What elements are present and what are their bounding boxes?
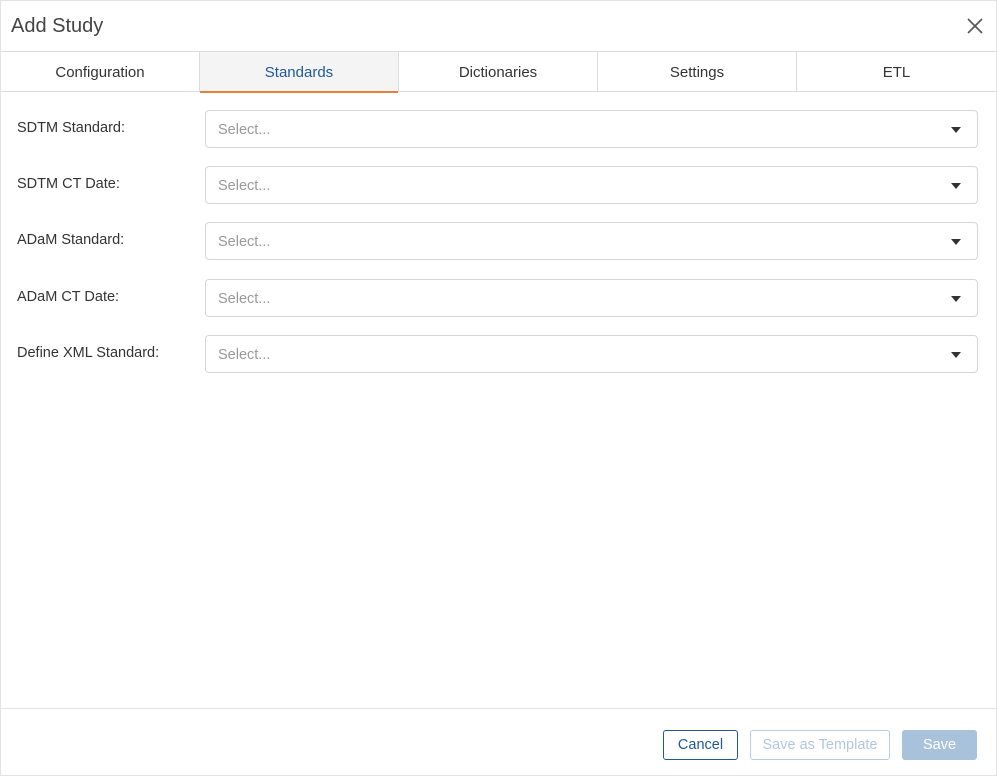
adam-ct-date-label: ADaM CT Date:	[17, 289, 120, 305]
form-row-define-xml-standard: Define XML Standard: Select...	[1, 335, 996, 373]
sdtm-standard-select[interactable]: Select...	[205, 110, 978, 148]
adam-standard-label: ADaM Standard:	[17, 232, 125, 248]
select-placeholder: Select...	[218, 122, 271, 138]
save-as-template-button[interactable]: Save as Template	[750, 730, 890, 760]
chevron-down-icon	[951, 296, 961, 302]
select-placeholder: Select...	[218, 291, 271, 307]
chevron-down-icon	[951, 352, 961, 358]
tab-standards[interactable]: Standards	[200, 52, 399, 93]
close-icon[interactable]	[964, 15, 986, 37]
tab-configuration[interactable]: Configuration	[1, 52, 200, 92]
cancel-button[interactable]: Cancel	[663, 730, 738, 760]
dialog-title: Add Study	[11, 15, 104, 37]
sdtm-standard-label: SDTM Standard:	[17, 120, 125, 136]
dialog-header: Add Study	[1, 1, 996, 52]
save-button[interactable]: Save	[902, 730, 977, 760]
chevron-down-icon	[951, 183, 961, 189]
chevron-down-icon	[951, 127, 961, 133]
select-placeholder: Select...	[218, 347, 271, 363]
tab-bar: Configuration Standards Dictionaries Set…	[1, 51, 996, 93]
dialog-footer: Cancel Save as Template Save	[1, 708, 996, 776]
define-xml-standard-label: Define XML Standard:	[17, 345, 160, 361]
form-row-sdtm-standard: SDTM Standard: Select...	[1, 110, 996, 148]
select-placeholder: Select...	[218, 178, 271, 194]
sdtm-ct-date-label: SDTM CT Date:	[17, 176, 120, 192]
add-study-dialog: Add Study Configuration Standards Dictio…	[0, 0, 997, 776]
form-row-adam-standard: ADaM Standard: Select...	[1, 222, 996, 260]
sdtm-ct-date-select[interactable]: Select...	[205, 166, 978, 204]
adam-standard-select[interactable]: Select...	[205, 222, 978, 260]
form-row-sdtm-ct-date: SDTM CT Date: Select...	[1, 166, 996, 204]
chevron-down-icon	[951, 239, 961, 245]
tab-dictionaries[interactable]: Dictionaries	[399, 52, 598, 92]
select-placeholder: Select...	[218, 234, 271, 250]
define-xml-standard-select[interactable]: Select...	[205, 335, 978, 373]
tab-settings[interactable]: Settings	[598, 52, 797, 92]
form-row-adam-ct-date: ADaM CT Date: Select...	[1, 279, 996, 317]
adam-ct-date-select[interactable]: Select...	[205, 279, 978, 317]
tab-etl[interactable]: ETL	[797, 52, 996, 92]
